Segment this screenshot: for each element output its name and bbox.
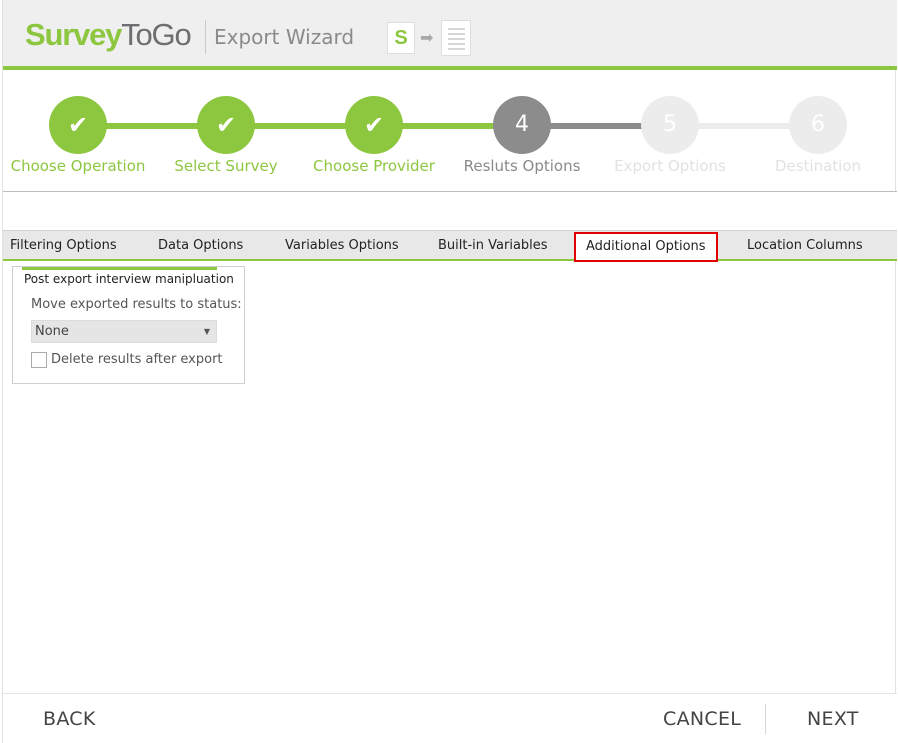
cancel-button[interactable]: CANCEL	[663, 708, 741, 730]
tab-additional-options[interactable]: Additional Options	[574, 232, 718, 262]
status-label: Move exported results to status:	[31, 297, 242, 312]
group-title: Post export interview manipluation	[24, 272, 234, 286]
header-bar: SurveyToGo Export Wizard S ➡	[3, 0, 897, 70]
status-dropdown-value: None	[35, 324, 69, 339]
checkmark-icon: ✔	[345, 96, 403, 154]
edge-decoration	[893, 296, 898, 344]
checkmark-icon: ✔	[49, 96, 107, 154]
step-number-badge: 6	[789, 96, 847, 154]
delete-results-label[interactable]: Delete results after export	[51, 352, 223, 367]
next-button[interactable]: NEXT	[807, 708, 859, 730]
back-button[interactable]: BACK	[43, 708, 96, 730]
tab-data-options[interactable]: Data Options	[158, 231, 243, 260]
wizard-step-6: 6 Destination	[728, 96, 898, 175]
footer-separator	[765, 704, 766, 734]
output-file-icon	[441, 20, 471, 56]
step-number-badge: 4	[493, 96, 551, 154]
group-accent-bar	[22, 267, 217, 270]
step-number-badge: 5	[641, 96, 699, 154]
wizard-step-label: Destination	[774, 157, 862, 175]
status-dropdown[interactable]: None ▼	[31, 320, 217, 343]
footer-bar: BACK CANCEL NEXT	[3, 693, 897, 743]
surveytogo-logo: SurveyToGo	[25, 17, 192, 52]
chevron-down-icon: ▼	[203, 327, 210, 336]
delete-results-checkbox[interactable]	[31, 352, 47, 368]
blank-band	[3, 192, 897, 230]
arrow-right-icon: ➡	[420, 28, 434, 47]
page-title: Export Wizard	[214, 25, 355, 49]
export-wizard-window: SurveyToGo Export Wizard S ➡ ✔ Choose Ope…	[2, 0, 898, 743]
wizard-stepper: ✔ Choose Operation ✔ Select Survey ✔ Choose P…	[3, 74, 897, 192]
tab-variables-options[interactable]: Variables Options	[285, 231, 399, 260]
options-tab-bar: Filtering Options Data Options Variables…	[3, 230, 897, 262]
tab-filtering-options[interactable]: Filtering Options	[10, 231, 117, 260]
header-divider	[205, 20, 206, 54]
tab-built-in-variables[interactable]: Built-in Variables	[438, 231, 548, 260]
export-flow-icons: S ➡	[387, 20, 473, 56]
tab-location-columns[interactable]: Location Columns	[747, 231, 863, 260]
post-export-group: Post export interview manipluation Move …	[12, 266, 245, 384]
checkmark-icon: ✔	[197, 96, 255, 154]
survey-document-icon: S	[387, 22, 415, 54]
